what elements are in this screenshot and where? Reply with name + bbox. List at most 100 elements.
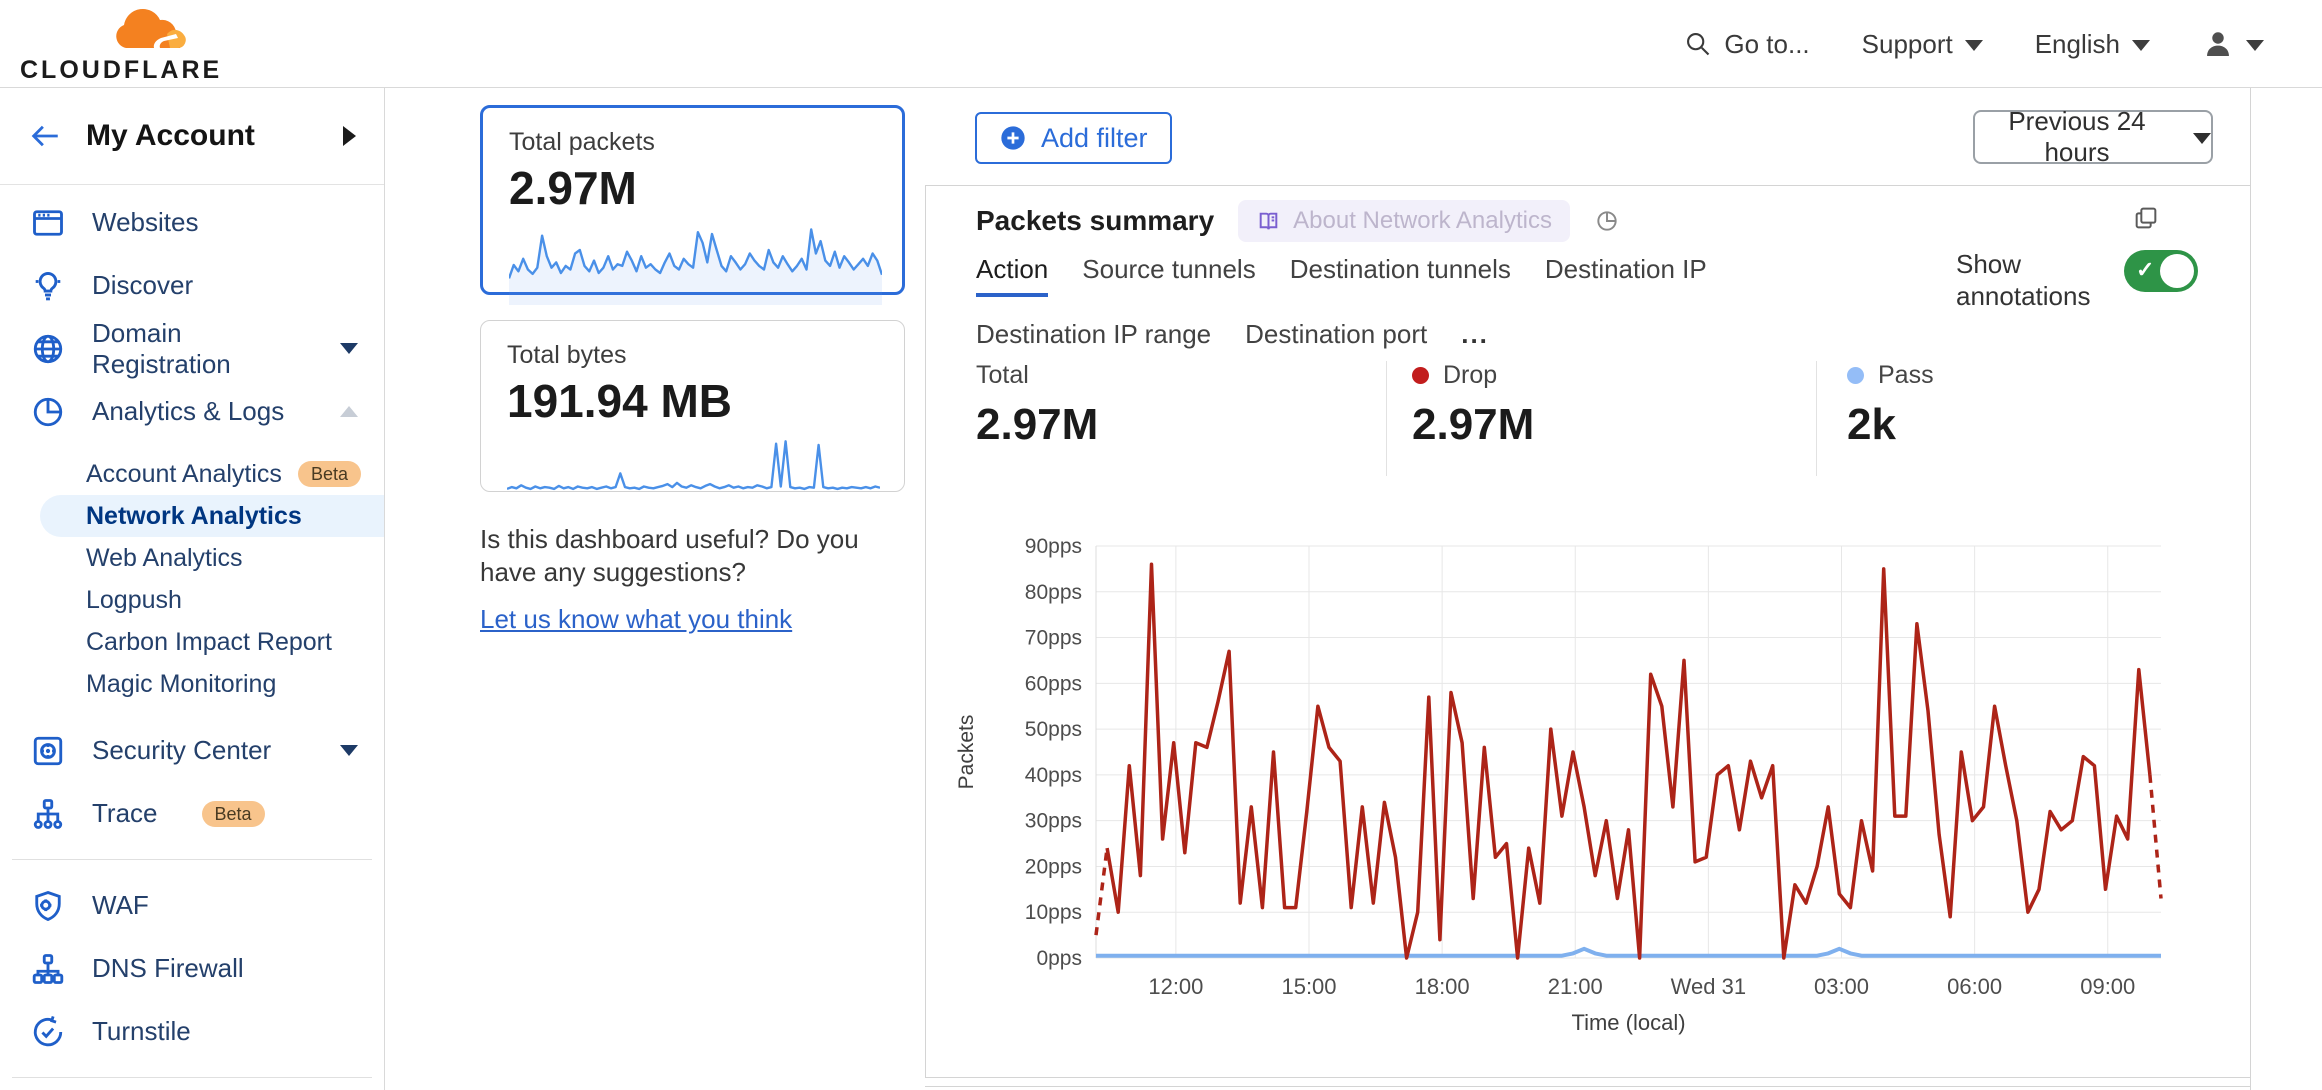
user-icon xyxy=(2202,28,2234,60)
svg-text:06:00: 06:00 xyxy=(1947,974,2002,999)
support-menu[interactable]: Support xyxy=(1862,29,1983,60)
chevron-down-icon xyxy=(2193,133,2211,144)
tab-destination-port[interactable]: Destination port xyxy=(1245,319,1427,362)
show-annotations-toggle[interactable]: ✓ xyxy=(2124,250,2198,292)
sidebar-item-magic-monitoring[interactable]: Magic Monitoring xyxy=(0,663,384,705)
tab-source-tunnels[interactable]: Source tunnels xyxy=(1082,254,1255,297)
sidebar-item-label: Domain Registration xyxy=(92,318,314,380)
sidebar: My Account Websites Discover Domain Regi xyxy=(0,88,385,1090)
account-menu[interactable] xyxy=(2202,28,2264,60)
svg-text:30pps: 30pps xyxy=(1025,810,1082,833)
feedback-link[interactable]: Let us know what you think xyxy=(480,603,792,636)
add-filter-button[interactable]: Add filter xyxy=(975,112,1172,164)
language-label: English xyxy=(2035,29,2120,60)
sidebar-account-title[interactable]: My Account xyxy=(86,119,319,153)
chevron-up-icon xyxy=(340,406,358,417)
tab-action[interactable]: Action xyxy=(976,254,1048,297)
sidebar-item-label: WAF xyxy=(92,890,358,921)
time-range-label: Previous 24 hours xyxy=(1975,106,2179,168)
support-label: Support xyxy=(1862,29,1953,60)
svg-text:15:00: 15:00 xyxy=(1281,974,1336,999)
stat-value: 2.97M xyxy=(976,400,1386,450)
back-arrow-icon[interactable] xyxy=(28,119,62,153)
svg-text:03:00: 03:00 xyxy=(1814,974,1869,999)
rotate-check-icon xyxy=(30,1014,66,1050)
stat-value: 2.97M xyxy=(1412,400,1816,450)
sidebar-item-websites[interactable]: Websites xyxy=(0,191,384,254)
top-nav-links: Go to... Support English xyxy=(1684,0,2264,88)
about-label: About Network Analytics xyxy=(1293,207,1552,235)
svg-text:40pps: 40pps xyxy=(1025,764,1082,787)
sidebar-item-label: Account Analytics xyxy=(86,460,282,489)
goto-label: Go to... xyxy=(1724,29,1809,60)
pass-dot xyxy=(1847,367,1864,384)
feedback-question: Is this dashboard useful? Do you have an… xyxy=(480,523,910,589)
more-tabs-button[interactable]: ... xyxy=(1461,319,1489,362)
total-bytes-sparkline xyxy=(507,434,880,496)
total-bytes-card[interactable]: Total bytes 191.94 MB xyxy=(480,320,905,492)
sidebar-item-domain-registration[interactable]: Domain Registration xyxy=(0,317,384,380)
language-menu[interactable]: English xyxy=(2035,29,2150,60)
sidebar-item-waf[interactable]: WAF xyxy=(0,874,384,937)
stat-drop: Drop 2.97M xyxy=(1386,361,1816,476)
sidebar-item-security-center[interactable]: Security Center xyxy=(0,719,384,782)
chevron-down-icon xyxy=(340,343,358,354)
sidebar-item-carbon-impact-report[interactable]: Carbon Impact Report xyxy=(0,621,384,663)
total-packets-sparkline xyxy=(509,221,882,305)
cloudflare-logo[interactable]: CLOUDFLARE xyxy=(18,4,198,84)
expand-panel-icon[interactable] xyxy=(2132,204,2160,232)
sidebar-item-discover[interactable]: Discover xyxy=(0,254,384,317)
next-panel-edge xyxy=(925,1086,2250,1090)
stat-value: 2k xyxy=(1847,400,1934,450)
svg-text:50pps: 50pps xyxy=(1025,718,1082,741)
tab-destination-ip-range[interactable]: Destination IP range xyxy=(976,319,1211,362)
sidebar-item-label: Turnstile xyxy=(92,1016,358,1047)
sitemap-icon xyxy=(30,951,66,987)
svg-text:60pps: 60pps xyxy=(1025,672,1082,695)
sidebar-divider xyxy=(12,1077,372,1078)
book-icon xyxy=(1256,209,1281,234)
shield-gear-icon xyxy=(30,888,66,924)
svg-text:09:00: 09:00 xyxy=(2080,974,2135,999)
sidebar-item-label: Magic Monitoring xyxy=(86,670,276,699)
show-annotations-label: Show annotations xyxy=(1956,248,2086,312)
sidebar-item-trace[interactable]: Trace Beta xyxy=(0,782,384,845)
stat-pass: Pass 2k xyxy=(1816,361,1934,476)
tab-destination-ip[interactable]: Destination IP xyxy=(1545,254,1707,297)
sidebar-item-logpush[interactable]: Logpush xyxy=(0,579,384,621)
card-value: 2.97M xyxy=(509,161,876,215)
sidebar-item-label: Logpush xyxy=(86,586,182,615)
vault-icon xyxy=(30,733,66,769)
sidebar-item-account-analytics[interactable]: Account Analytics Beta xyxy=(0,453,384,495)
sidebar-item-label: Web Analytics xyxy=(86,544,243,573)
goto-search[interactable]: Go to... xyxy=(1684,29,1809,60)
sidebar-item-turnstile[interactable]: Turnstile xyxy=(0,1000,384,1063)
time-range-selector[interactable]: Previous 24 hours xyxy=(1973,110,2213,164)
plus-circle-icon xyxy=(999,124,1027,152)
svg-text:0pps: 0pps xyxy=(1036,947,1082,970)
about-network-analytics-pill[interactable]: About Network Analytics xyxy=(1238,200,1570,242)
dimension-tabs: Action Source tunnels Destination tunnel… xyxy=(976,254,1856,362)
pie-slice-icon[interactable] xyxy=(1594,208,1620,234)
sidebar-item-web-analytics[interactable]: Web Analytics xyxy=(0,537,384,579)
toggle-knob xyxy=(2160,254,2194,288)
search-icon xyxy=(1684,30,1712,58)
stats-row: Total 2.97M Drop 2.97M Pass 2k xyxy=(926,361,2251,476)
chevron-right-icon[interactable] xyxy=(343,126,356,146)
tab-destination-tunnels[interactable]: Destination tunnels xyxy=(1290,254,1511,297)
svg-text:21:00: 21:00 xyxy=(1548,974,1603,999)
sidebar-item-network-analytics[interactable]: Network Analytics xyxy=(40,495,384,537)
stat-label: Total xyxy=(976,361,1029,390)
sidebar-item-dns-firewall[interactable]: DNS Firewall xyxy=(0,937,384,1000)
globe-icon xyxy=(30,331,66,367)
chevron-down-icon xyxy=(340,745,358,756)
card-label: Total packets xyxy=(509,128,876,157)
svg-text:Packets: Packets xyxy=(955,715,978,790)
top-nav: CLOUDFLARE Go to... Support English xyxy=(0,0,2322,88)
sidebar-nav: Websites Discover Domain Registration An… xyxy=(0,185,384,1090)
chevron-down-icon xyxy=(1965,40,1983,51)
svg-text:90pps: 90pps xyxy=(1025,535,1082,558)
sidebar-item-analytics-logs[interactable]: Analytics & Logs xyxy=(0,380,384,443)
svg-text:20pps: 20pps xyxy=(1025,855,1082,878)
total-packets-card[interactable]: Total packets 2.97M xyxy=(480,105,905,295)
